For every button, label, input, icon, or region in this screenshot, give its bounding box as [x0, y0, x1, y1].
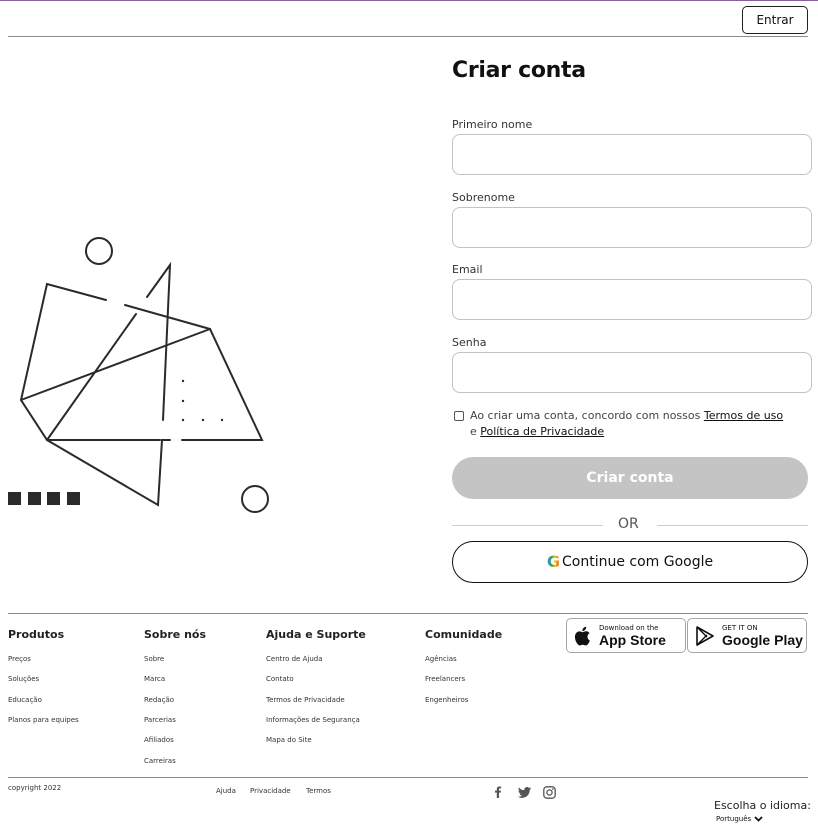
footer-col-community-title: Comunidade	[425, 628, 503, 641]
facebook-icon[interactable]	[491, 785, 505, 799]
footer-link[interactable]: Agências	[425, 655, 457, 663]
circle-shape-top	[85, 237, 113, 265]
footer-link[interactable]: Soluções	[8, 675, 39, 683]
google-icon: G	[546, 552, 560, 571]
bottom-link-terms[interactable]: Termos	[306, 787, 331, 795]
footer-bottom-divider	[8, 777, 808, 778]
footer-divider	[8, 613, 808, 614]
privacy-policy-link[interactable]: Política de Privacidade	[480, 425, 604, 438]
google-play-big-text: Google Play	[722, 631, 803, 648]
footer-col-help-title: Ajuda e Suporte	[266, 628, 366, 641]
bottom-link-privacy[interactable]: Privacidade	[250, 787, 291, 795]
language-label: Escolha o idioma:	[714, 799, 811, 812]
footer-link[interactable]: Informações de Segurança	[266, 716, 360, 724]
page-title: Criar conta	[452, 58, 586, 83]
footer-link[interactable]: Engenheiros	[425, 696, 468, 704]
square-3	[47, 492, 60, 505]
password-input[interactable]	[452, 352, 812, 393]
footer-link[interactable]: Planos para equipes	[8, 716, 79, 724]
footer-link[interactable]: Termos de Privacidade	[266, 696, 345, 704]
first-name-input[interactable]	[452, 134, 812, 175]
footer-link[interactable]: Centro de Ajuda	[266, 655, 323, 663]
twitter-icon[interactable]	[517, 785, 531, 799]
footer-link[interactable]: Parcerias	[144, 716, 176, 724]
app-store-small-text: Download on the	[599, 623, 659, 632]
app-store-badge[interactable]: Download on the App Store	[566, 618, 686, 653]
terms-prefix: Ao criar uma conta, concordo com nossos	[470, 409, 704, 422]
email-label: Email	[452, 263, 483, 276]
footer-col-products-title: Produtos	[8, 628, 65, 641]
square-1	[8, 492, 21, 505]
language-selected-value: Português	[716, 815, 752, 823]
google-signin-label: Continue com Google	[562, 554, 714, 570]
polygon-right	[124, 304, 264, 441]
top-accent-line	[0, 0, 818, 1]
language-select[interactable]: Português	[716, 815, 763, 823]
square-2	[28, 492, 41, 505]
or-divider-right	[657, 525, 808, 526]
create-account-button[interactable]: Criar conta	[452, 457, 808, 499]
terms-checkbox[interactable]	[454, 411, 464, 421]
footer-link[interactable]: Educação	[8, 696, 42, 704]
chevron-down-icon	[754, 816, 763, 822]
last-name-input[interactable]	[452, 207, 812, 248]
terms-of-use-link[interactable]: Termos de uso	[704, 409, 783, 422]
footer-link[interactable]: Afiliados	[144, 736, 174, 744]
diagonal-line-1	[20, 328, 211, 401]
apple-icon	[574, 626, 590, 645]
last-name-label: Sobrenome	[452, 191, 515, 204]
footer-link[interactable]: Contato	[266, 675, 294, 683]
header-divider	[8, 36, 808, 37]
or-label: OR	[618, 516, 639, 532]
footer-col-about-title: Sobre nós	[144, 628, 207, 641]
first-name-label: Primeiro nome	[452, 118, 533, 131]
app-store-big-text: App Store	[599, 631, 666, 648]
password-label: Senha	[452, 336, 487, 349]
footer-link[interactable]: Preços	[8, 655, 31, 663]
google-play-small-text: GET IT ON	[722, 623, 758, 632]
diagonal-line-2	[46, 313, 137, 441]
instagram-icon[interactable]	[542, 785, 556, 799]
square-4	[67, 492, 80, 505]
footer-link[interactable]: Redação	[144, 696, 174, 704]
google-play-icon	[696, 625, 714, 646]
login-button[interactable]: Entrar	[742, 6, 808, 34]
footer-link[interactable]: Sobre	[144, 655, 164, 663]
terms-text: Ao criar uma conta, concordo com nossos …	[470, 408, 800, 440]
footer-link[interactable]: Marca	[144, 675, 165, 683]
email-input[interactable]	[452, 279, 812, 320]
bottom-link-help[interactable]: Ajuda	[216, 787, 236, 795]
vertical-line	[146, 261, 172, 421]
google-signin-button[interactable]: G Continue com Google	[452, 541, 808, 583]
footer-link[interactable]: Carreiras	[144, 757, 176, 765]
or-divider-left	[452, 525, 603, 526]
google-play-badge[interactable]: GET IT ON Google Play	[687, 618, 807, 653]
polygon-left	[19, 282, 171, 507]
circle-shape-bottom	[241, 485, 269, 513]
terms-and: e	[470, 425, 481, 438]
copyright-text: copyright 2022	[8, 784, 62, 792]
footer-link[interactable]: Mapa do Site	[266, 736, 312, 744]
geometric-illustration	[8, 237, 269, 513]
footer-link[interactable]: Freelancers	[425, 675, 465, 683]
